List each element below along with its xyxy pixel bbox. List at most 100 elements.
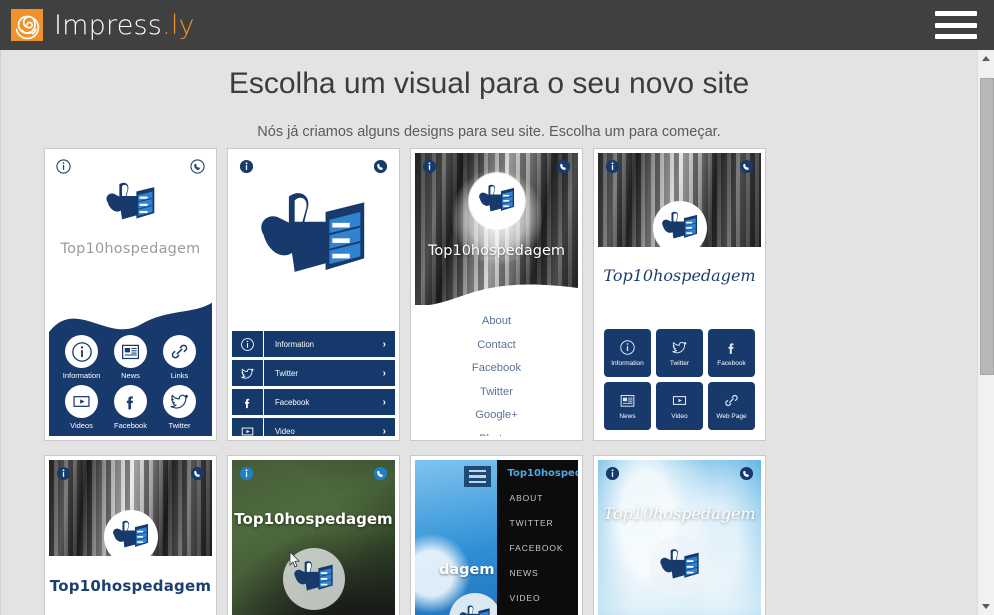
template-preview: dagem Top10hospe ABOUT TWITTER FACEBOOK … — [415, 460, 578, 615]
link-chain-icon — [725, 394, 738, 407]
template-brand-label: Top10hospedagem — [49, 577, 212, 595]
nav-tile-label: Facebook — [717, 360, 746, 367]
info-circle-icon — [620, 340, 635, 355]
side-drawer-panel: Top10hospedagem ABOUT TWITTER FACEBOOK N… — [463, 460, 579, 615]
nav-tile-information[interactable]: Information — [604, 329, 651, 377]
template-brand-label-partial: dagem — [439, 562, 495, 578]
site-logo-mark — [648, 536, 711, 598]
nav-row-label: Twitter — [275, 368, 298, 378]
nav-link-video[interactable]: VIDEO — [510, 593, 579, 603]
fingerprint-spiral-icon — [11, 9, 43, 41]
info-icon — [56, 159, 71, 174]
nav-link-contact[interactable]: Contact — [415, 339, 578, 351]
hamburger-menu-icon[interactable] — [935, 9, 977, 41]
template-preview: Top10hospedagem — [49, 460, 212, 615]
nav-tile-twitter[interactable]: Twitter — [656, 329, 703, 377]
template-card-2[interactable]: Information › Twitter › Facebook › Video… — [227, 148, 400, 441]
template-preview: Top10hospedagem About Contact Facebook T… — [415, 153, 578, 436]
site-header: Impress.ly — [0, 0, 994, 50]
info-icon — [239, 159, 254, 174]
nav-link-twitter[interactable]: Twitter — [415, 386, 578, 398]
template-preview: Top10hospedagem Information News Links V… — [49, 153, 212, 436]
template-nav: Information › Twitter › Facebook › Video… — [232, 331, 395, 436]
template-card-4[interactable]: Top10hospedagem Information Twitter Face… — [593, 148, 766, 441]
nav-tile-video[interactable]: Video — [656, 382, 703, 430]
brand-logo[interactable]: Impress.ly — [11, 9, 195, 41]
scrollbar-thumb[interactable] — [980, 78, 994, 375]
info-icon — [56, 466, 71, 481]
hamburger-menu-icon[interactable] — [463, 466, 491, 487]
info-circle-icon — [65, 335, 98, 368]
site-logo-mark — [49, 179, 212, 231]
template-brand-label: Top10hospedagem — [603, 266, 756, 285]
chevron-right-icon: › — [382, 367, 386, 379]
phone-icon — [556, 159, 571, 174]
info-icon — [422, 159, 437, 174]
nav-link-photos[interactable]: Photos — [415, 433, 578, 437]
nav-tile-facebook[interactable]: Facebook — [708, 329, 755, 377]
nav-link-about[interactable]: ABOUT — [510, 493, 579, 503]
brand-suffix: .ly — [162, 9, 195, 41]
newspaper-icon — [620, 395, 635, 407]
nav-link-facebook[interactable]: FACEBOOK — [510, 543, 579, 553]
nav-tile-label: News — [619, 413, 636, 420]
scroll-down-arrow-icon[interactable] — [978, 598, 994, 615]
brand-name: Impress.ly — [54, 9, 195, 41]
template-card-1[interactable]: Top10hospedagem Information News Links V… — [44, 148, 217, 441]
nav-item-links[interactable]: Links — [155, 335, 204, 380]
nav-tile-news[interactable]: News — [604, 382, 651, 430]
nav-row-video[interactable]: Video › — [232, 418, 395, 436]
site-logo-mark — [232, 153, 395, 328]
site-logo-mark — [103, 510, 158, 564]
template-brand-label: Top10hospedagem — [234, 510, 393, 528]
template-card-8[interactable]: Top10hospedagem — [593, 455, 766, 615]
phone-icon — [373, 466, 388, 481]
nav-item-label: Information — [62, 371, 101, 380]
mouse-cursor-icon — [289, 551, 300, 573]
nav-row-label: Video — [275, 426, 295, 436]
nav-tile-webpage[interactable]: Web Page — [708, 382, 755, 430]
hamburger-bar — [468, 480, 486, 484]
nav-row-information[interactable]: Information › — [232, 331, 395, 357]
video-play-icon — [65, 385, 98, 418]
nav-row-facebook[interactable]: Facebook › — [232, 389, 395, 415]
nav-item-facebook[interactable]: Facebook — [106, 385, 155, 430]
nav-row-twitter[interactable]: Twitter › — [232, 360, 395, 386]
site-logo-mark — [468, 173, 525, 229]
video-play-icon — [672, 396, 687, 405]
nav-tile-label: Video — [671, 413, 688, 420]
nav-link-twitter[interactable]: TWITTER — [510, 518, 579, 528]
template-card-6[interactable]: Top10hospedagem — [227, 455, 400, 615]
nav-tile-label: Twitter — [669, 360, 690, 367]
template-brand-label: Top10hospedagem — [603, 504, 756, 523]
link-chain-icon — [163, 335, 196, 368]
template-card-7[interactable]: dagem Top10hospe ABOUT TWITTER FACEBOOK … — [410, 455, 583, 615]
page-subtitle: Nós já criamos alguns designs para seu s… — [257, 124, 721, 140]
template-gallery: Top10hospedagem Information News Links V… — [44, 148, 772, 615]
nav-item-twitter[interactable]: Twitter — [155, 385, 204, 430]
template-card-3[interactable]: Top10hospedagem About Contact Facebook T… — [410, 148, 583, 441]
info-icon — [605, 159, 620, 174]
template-preview: Top10hospedagem — [598, 460, 761, 615]
phone-icon — [190, 159, 205, 174]
nav-link-facebook[interactable]: Facebook — [415, 362, 578, 374]
hamburger-bar — [935, 11, 977, 16]
nav-link-googleplus[interactable]: Google+ — [415, 409, 578, 421]
scroll-up-arrow-icon[interactable] — [978, 50, 994, 67]
site-logo-mark — [652, 201, 707, 255]
template-preview: Top10hospedagem Information Twitter Face… — [598, 153, 761, 436]
template-brand-label: Top10hospedagem — [60, 241, 201, 257]
nav-tile-label: Information — [611, 360, 644, 367]
vertical-scrollbar[interactable] — [977, 50, 994, 615]
template-nav: ABOUT TWITTER FACEBOOK NEWS VIDEO — [497, 479, 579, 603]
nav-item-information[interactable]: Information — [57, 335, 106, 380]
template-nav: Information News Links Videos Facebook T… — [49, 335, 212, 430]
template-card-5[interactable]: Top10hospedagem — [44, 455, 217, 615]
nav-link-about[interactable]: About — [415, 315, 578, 327]
nav-item-news[interactable]: News — [106, 335, 155, 380]
nav-item-videos[interactable]: Videos — [57, 385, 106, 430]
nav-item-label: Twitter — [168, 421, 191, 430]
nav-link-news[interactable]: NEWS — [510, 568, 579, 578]
facebook-icon — [232, 389, 264, 415]
twitter-bird-icon — [163, 385, 196, 418]
